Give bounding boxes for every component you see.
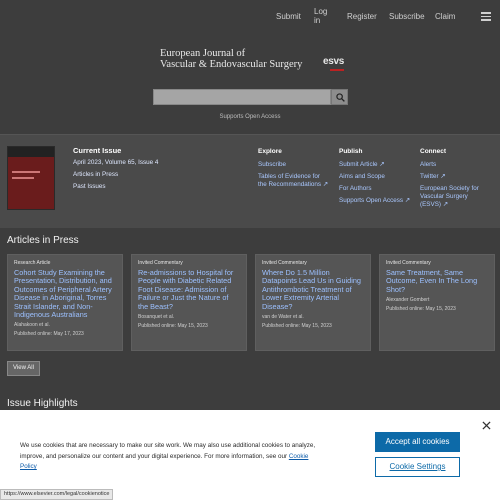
nav-subscribe[interactable]: Subscribe [389,12,425,21]
article-date: Published online: May 17, 2023 [14,331,84,338]
article-author: Bosanquet et al. [138,314,175,321]
article-type: Invited Commentary [262,260,307,266]
search-input[interactable] [153,89,331,105]
view-all-button[interactable]: View All [7,361,40,376]
publish-section: Publish Submit Article ↗ Aims and Scope … [339,148,411,209]
article-card[interactable]: Invited Commentary Where Do 1.5 Million … [255,254,371,351]
nav-register[interactable]: Register [347,12,377,21]
article-date: Published online: May 15, 2023 [262,323,332,330]
status-bar-url: https://www.elsevier.com/legal/cookienot… [0,489,114,500]
articles-in-press-heading: Articles in Press [7,235,79,246]
cookie-banner: We use cookies that are necessary to mak… [0,410,500,500]
article-title[interactable]: Cohort Study Examining the Presentation,… [14,268,116,319]
connect-heading: Connect [420,148,446,155]
supports-open-access-link[interactable]: Supports Open Access [0,114,500,120]
cookie-message: We use cookies that are necessary to mak… [20,442,316,460]
current-issue-section: Current Issue April 2023, Volume 65, Iss… [73,146,243,195]
cookie-settings-button[interactable]: Cookie Settings [375,457,460,477]
article-author: Alahakoon et al. [14,322,50,329]
esvs-logo: esvs [323,56,345,67]
nav-login[interactable]: Log in [314,7,330,25]
article-type: Invited Commentary [386,260,431,266]
explore-section: Explore Subscribe Tables of Evidence for… [258,148,330,193]
journal-cover-image[interactable] [7,146,55,210]
cookie-text: We use cookies that are necessary to mak… [20,441,318,473]
article-card[interactable]: Invited Commentary Re-admissions to Hosp… [131,254,247,351]
current-issue-link[interactable]: April 2023, Volume 65, Issue 4 [73,159,243,167]
search-button[interactable] [331,89,348,105]
articles-in-press-link[interactable]: Articles in Press [73,171,243,179]
article-author: Alexander Gombert [386,297,430,304]
esvs-logo-underline [330,69,344,71]
past-issues-link[interactable]: Past Issues [73,183,243,191]
tables-of-evidence-link[interactable]: Tables of Evidence for the Recommendatio… [258,173,330,189]
article-card[interactable]: Research Article Cohort Study Examining … [7,254,123,351]
twitter-link[interactable]: Twitter ↗ [420,173,490,181]
close-icon[interactable] [482,417,491,430]
explore-subscribe-link[interactable]: Subscribe [258,161,330,169]
article-date: Published online: May 15, 2023 [138,323,208,330]
current-issue-heading: Current Issue [73,146,122,155]
accept-all-cookies-button[interactable]: Accept all cookies [375,432,460,452]
article-card[interactable]: Invited Commentary Same Treatment, Same … [379,254,495,351]
menu-icon[interactable] [481,12,491,21]
for-authors-link[interactable]: For Authors [339,185,411,193]
article-title[interactable]: Re-admissions to Hospital for People wit… [138,268,240,311]
article-author: van de Water et al. [262,314,304,321]
article-title[interactable]: Where Do 1.5 Million Datapoints Lead Us … [262,268,364,311]
connect-section: Connect Alerts Twitter ↗ European Societ… [420,148,490,213]
publish-heading: Publish [339,148,363,155]
explore-heading: Explore [258,148,282,155]
open-access-link[interactable]: Supports Open Access ↗ [339,197,411,205]
search-icon [336,93,345,102]
alerts-link[interactable]: Alerts [420,161,490,169]
article-title[interactable]: Same Treatment, Same Outcome, Even In Th… [386,268,488,294]
issue-highlights-heading: Issue Highlights [7,398,78,409]
nav-submit[interactable]: Submit [276,12,301,21]
esvs-society-link[interactable]: European Society for Vascular Surgery (E… [420,185,490,209]
nav-claim[interactable]: Claim [435,12,455,21]
aims-scope-link[interactable]: Aims and Scope [339,173,411,181]
submit-article-link[interactable]: Submit Article ↗ [339,161,411,169]
top-bar: Submit Log in Register Subscribe Claim [0,0,500,34]
article-type: Research Article [14,260,51,266]
article-type: Invited Commentary [138,260,183,266]
article-date: Published online: May 15, 2023 [386,306,456,313]
